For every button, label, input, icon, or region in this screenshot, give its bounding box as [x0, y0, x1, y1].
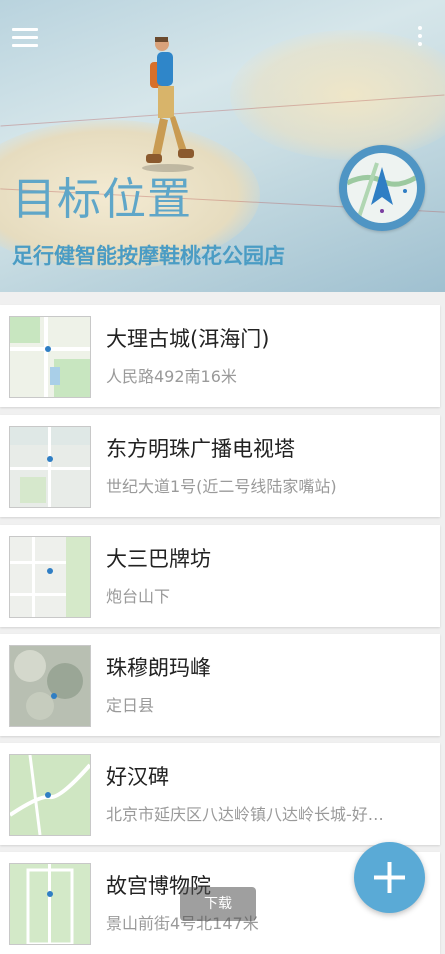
map-thumbnail [9, 754, 91, 836]
map-background [230, 30, 445, 160]
map-thumbnail [9, 645, 91, 727]
map-thumbnail [9, 316, 91, 398]
place-name: 大三巴牌坊 [106, 547, 211, 571]
list-item[interactable]: 大三巴牌坊 炮台山下 [0, 525, 440, 627]
store-name: 足行健智能按摩鞋桃花公园店 [12, 244, 285, 268]
list-item[interactable]: 好汉碑 北京市延庆区八达岭镇八达岭长城-好… [0, 743, 440, 845]
place-name: 东方明珠广播电视塔 [106, 437, 295, 461]
place-address: 北京市延庆区八达岭镇八达岭长城-好… [106, 805, 384, 824]
map-thumbnail [9, 426, 91, 508]
more-options-button[interactable] [415, 26, 425, 50]
menu-button[interactable] [12, 28, 38, 48]
traveler-figure-image [142, 37, 194, 172]
place-name: 珠穆朗玛峰 [106, 656, 211, 680]
map-thumbnail [9, 536, 91, 618]
list-item[interactable]: 大理古城(洱海门) 人民路492南16米 [0, 305, 440, 407]
plus-icon [374, 862, 405, 893]
place-address: 定日县 [106, 696, 155, 715]
map-thumbnail [9, 863, 91, 945]
place-address: 景山前街4号北147米 [106, 914, 259, 933]
place-address: 世纪大道1号(近二号线陆家嘴站) [106, 477, 337, 496]
list-item[interactable]: 珠穆朗玛峰 定日县 [0, 634, 440, 736]
page-title: 目标位置 [12, 174, 192, 225]
place-name: 好汉碑 [106, 765, 169, 789]
add-place-button[interactable] [354, 842, 425, 913]
more-vert-icon [418, 26, 422, 30]
compass-icon [347, 162, 417, 223]
compass-button[interactable] [339, 145, 425, 231]
hamburger-menu-icon [12, 28, 38, 31]
place-address: 人民路492南16米 [106, 367, 237, 386]
compass-map [347, 153, 417, 223]
download-toast: 下载 [180, 887, 256, 921]
place-name: 大理古城(洱海门) [106, 327, 270, 351]
place-address: 炮台山下 [106, 587, 171, 606]
header-banner: 目标位置 足行健智能按摩鞋桃花公园店 [0, 0, 445, 292]
list-item[interactable]: 东方明珠广播电视塔 世纪大道1号(近二号线陆家嘴站) [0, 415, 440, 517]
